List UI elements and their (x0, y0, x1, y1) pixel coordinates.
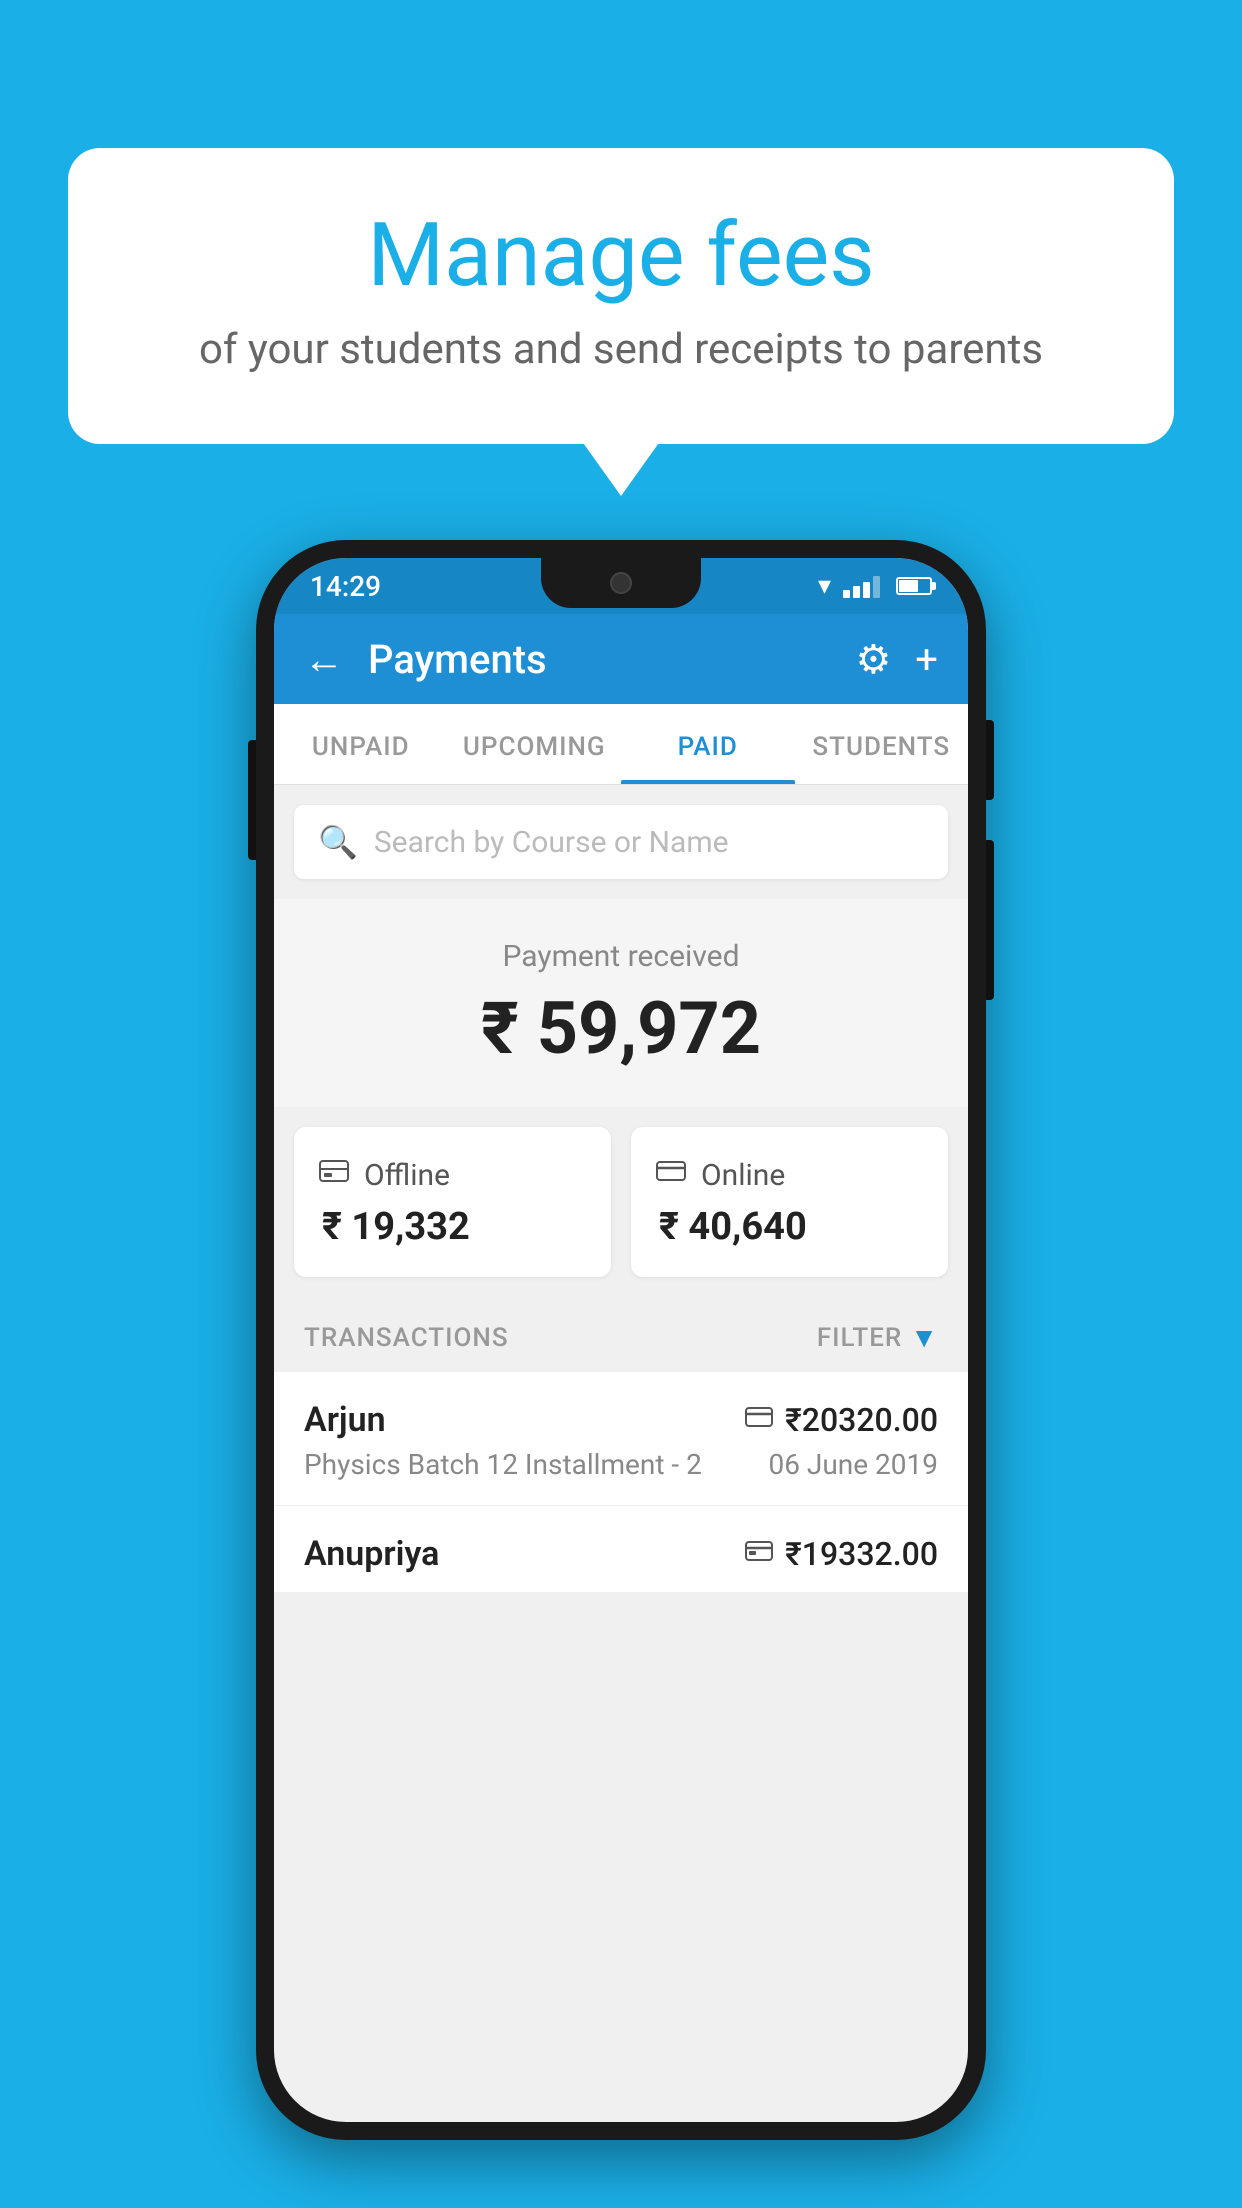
bubble-title: Manage fees (148, 208, 1094, 305)
online-label: Online (701, 1158, 785, 1193)
tab-paid[interactable]: PAID (621, 704, 795, 784)
transactions-label: TRANSACTIONS (304, 1323, 509, 1353)
offline-card: Offline ₹ 19,332 (294, 1127, 611, 1277)
wifi-icon: ▾ (818, 571, 831, 601)
offline-label: Offline (364, 1158, 450, 1193)
payment-received-section: Payment received ₹ 59,972 (274, 899, 968, 1107)
payment-amount: ₹ 59,972 (274, 986, 968, 1071)
phone-volume-button (248, 740, 256, 860)
transaction-top: Anupriya ₹19332.00 (304, 1534, 938, 1574)
search-icon: 🔍 (318, 823, 358, 861)
offline-amount: ₹ 19,332 (318, 1205, 587, 1249)
payment-received-label: Payment received (274, 939, 968, 974)
app-header: ← Payments ⚙ + (274, 614, 968, 704)
filter-icon: ▼ (910, 1321, 938, 1354)
filter-button[interactable]: FILTER ▼ (817, 1321, 938, 1354)
transaction-top: Arjun ₹20320.00 (304, 1400, 938, 1440)
header-title: Payments (368, 636, 855, 683)
transaction-amount: ₹19332.00 (785, 1535, 938, 1573)
payment-type-icon (745, 1537, 773, 1572)
signal-bar-1 (843, 590, 850, 598)
payment-type-icon (745, 1403, 773, 1438)
battery-fill (899, 580, 918, 592)
add-icon[interactable]: + (915, 636, 938, 683)
online-card-header: Online (655, 1155, 924, 1195)
status-time: 14:29 (310, 570, 381, 603)
signal-bar-4 (873, 576, 880, 598)
bubble-subtitle: of your students and send receipts to pa… (148, 325, 1094, 374)
filter-label: FILTER (817, 1323, 902, 1353)
transaction-row[interactable]: Arjun ₹20320.00 Physics Batch 12 Install… (274, 1372, 968, 1506)
online-card: Online ₹ 40,640 (631, 1127, 948, 1277)
online-amount: ₹ 40,640 (655, 1205, 924, 1249)
phone-screen: 14:29 ▾ ← Payments ⚙ + (274, 558, 968, 2122)
tab-students[interactable]: STUDENTS (795, 704, 969, 784)
transaction-course: Physics Batch 12 Installment - 2 (304, 1448, 702, 1481)
status-icons: ▾ (818, 571, 932, 601)
search-input[interactable]: Search by Course or Name (374, 825, 729, 860)
payment-cards-row: Offline ₹ 19,332 Online ₹ 4 (294, 1107, 948, 1277)
settings-icon[interactable]: ⚙ (855, 636, 891, 683)
offline-icon (318, 1155, 350, 1195)
tab-unpaid[interactable]: UNPAID (274, 704, 448, 784)
back-button[interactable]: ← (304, 636, 344, 683)
online-icon (655, 1155, 687, 1195)
phone-side-button (986, 840, 994, 1000)
signal-bars (843, 574, 880, 598)
signal-bar-2 (853, 586, 860, 598)
tab-upcoming[interactable]: UPCOMING (448, 704, 622, 784)
transaction-name: Arjun (304, 1400, 386, 1440)
tabs-bar: UNPAID UPCOMING PAID STUDENTS (274, 704, 968, 785)
offline-card-header: Offline (318, 1155, 587, 1195)
transaction-date: 06 June 2019 (768, 1448, 938, 1481)
speech-bubble: Manage fees of your students and send re… (68, 148, 1174, 444)
transaction-amount-wrap: ₹20320.00 (745, 1401, 938, 1439)
transaction-bottom: Physics Batch 12 Installment - 2 06 June… (304, 1448, 938, 1481)
signal-bar-3 (863, 582, 870, 598)
transaction-row[interactable]: Anupriya ₹19332.00 (274, 1506, 968, 1592)
content-area: 🔍 Search by Course or Name Payment recei… (274, 805, 968, 1592)
phone-frame: 14:29 ▾ ← Payments ⚙ + (256, 540, 986, 2140)
search-bar[interactable]: 🔍 Search by Course or Name (294, 805, 948, 879)
transaction-amount: ₹20320.00 (785, 1401, 938, 1439)
battery-icon (896, 577, 932, 595)
phone-camera (610, 572, 632, 594)
transaction-name: Anupriya (304, 1534, 439, 1574)
phone-power-button (986, 720, 994, 800)
phone-notch (541, 558, 701, 608)
header-icons: ⚙ + (855, 636, 938, 683)
transaction-amount-wrap: ₹19332.00 (745, 1535, 938, 1573)
transactions-header: TRANSACTIONS FILTER ▼ (274, 1297, 968, 1372)
